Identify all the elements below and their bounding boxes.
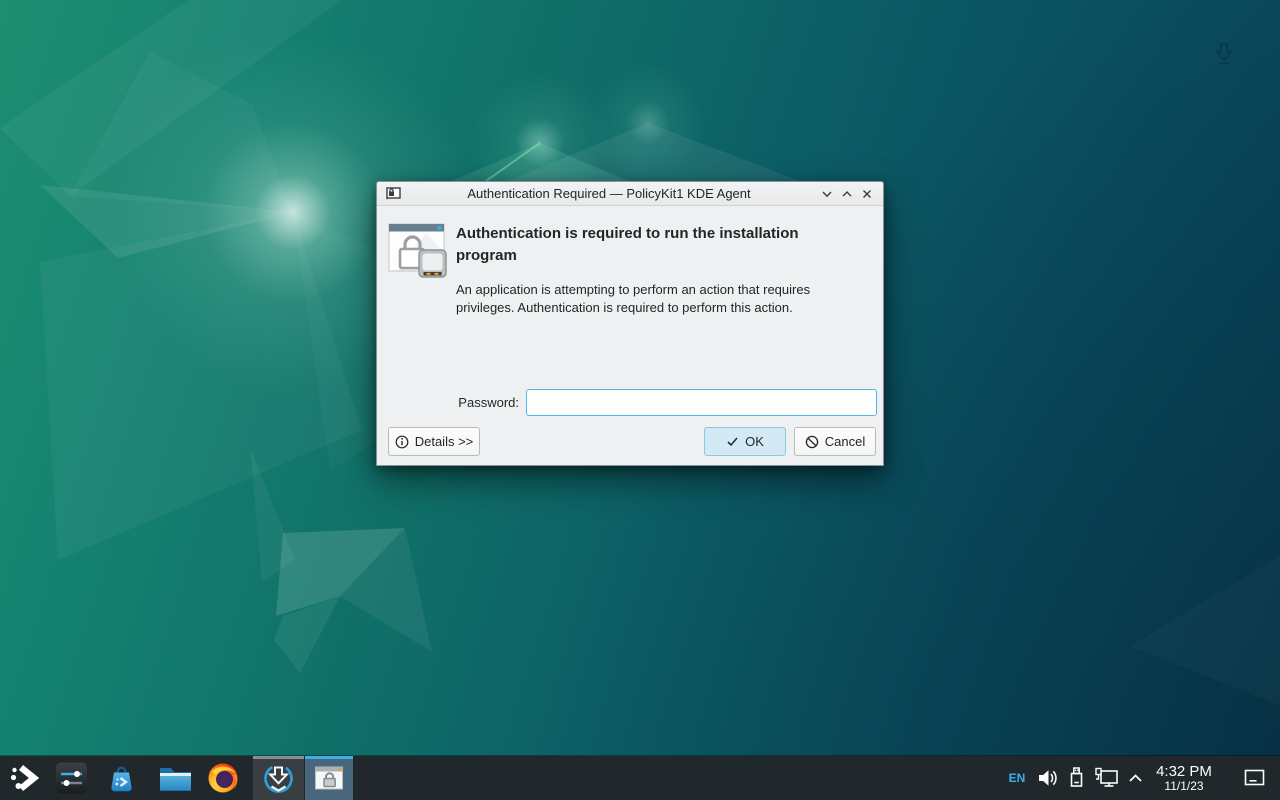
settings-sliders-icon <box>55 762 88 795</box>
discover-launcher[interactable] <box>103 763 139 794</box>
show-desktop-icon <box>1243 768 1267 788</box>
firefox-launcher[interactable] <box>205 762 241 794</box>
cancel-button-label: Cancel <box>825 434 865 449</box>
check-icon <box>726 435 739 448</box>
application-launcher-button[interactable] <box>4 763 44 793</box>
taskbar: EN 4:32 PM 11/1/23 <box>0 756 1280 800</box>
dialog-heading: Authentication is required to run the in… <box>456 223 858 267</box>
maximize-button[interactable] <box>837 184 857 204</box>
task-installer-download[interactable] <box>253 756 304 800</box>
usb-drive-icon <box>1067 766 1086 791</box>
keyboard-layout-indicator[interactable]: EN <box>1004 756 1030 800</box>
close-icon <box>861 188 873 200</box>
speaker-icon <box>1036 767 1059 790</box>
ok-button[interactable]: OK <box>704 427 786 456</box>
firefox-icon <box>207 762 239 794</box>
window-lock-task-icon <box>314 765 344 792</box>
show-desktop-button[interactable] <box>1239 768 1271 788</box>
policykit-auth-dialog: Authentication Required — PolicyKit1 KDE… <box>376 181 884 466</box>
window-lock-icon <box>386 187 401 200</box>
clock-time: 4:32 PM <box>1156 764 1212 780</box>
dialog-titlebar[interactable]: Authentication Required — PolicyKit1 KDE… <box>377 182 883 206</box>
volume-tray-item[interactable] <box>1033 767 1061 790</box>
chevron-up-icon <box>841 188 853 200</box>
system-settings-launcher[interactable] <box>53 762 89 795</box>
cancel-icon <box>805 435 819 449</box>
dialog-message: An application is attempting to perform … <box>456 281 852 317</box>
tray-expander[interactable] <box>1122 769 1148 788</box>
password-input[interactable] <box>526 389 877 416</box>
usb-device-tray-item[interactable] <box>1064 766 1088 791</box>
file-manager-launcher[interactable] <box>156 764 194 792</box>
download-installer-icon <box>262 762 295 795</box>
discover-bag-icon <box>106 763 137 794</box>
cancel-button[interactable]: Cancel <box>794 427 876 456</box>
chevron-down-icon <box>821 188 833 200</box>
task-indicator-open <box>253 756 304 759</box>
details-button-label: Details >> <box>415 434 474 449</box>
folder-icon <box>158 764 193 792</box>
dialog-title: Authentication Required — PolicyKit1 KDE… <box>401 186 817 201</box>
auth-lock-icon <box>388 221 450 281</box>
minimize-button[interactable] <box>817 184 837 204</box>
close-button[interactable] <box>857 184 877 204</box>
chevron-up-icon <box>1126 769 1145 788</box>
digital-clock[interactable]: 4:32 PM 11/1/23 <box>1146 756 1222 800</box>
task-auth-dialog[interactable] <box>305 756 353 800</box>
task-indicator-active <box>305 756 353 759</box>
ok-button-label: OK <box>745 434 764 449</box>
wired-network-icon <box>1094 767 1120 789</box>
clock-date: 11/1/23 <box>1164 780 1203 793</box>
details-button[interactable]: Details >> <box>388 427 480 456</box>
network-tray-item[interactable] <box>1092 767 1122 789</box>
password-label: Password: <box>432 395 519 410</box>
download-drop-icon <box>1213 42 1235 68</box>
plasma-launcher-icon <box>9 763 39 793</box>
info-icon <box>395 435 409 449</box>
